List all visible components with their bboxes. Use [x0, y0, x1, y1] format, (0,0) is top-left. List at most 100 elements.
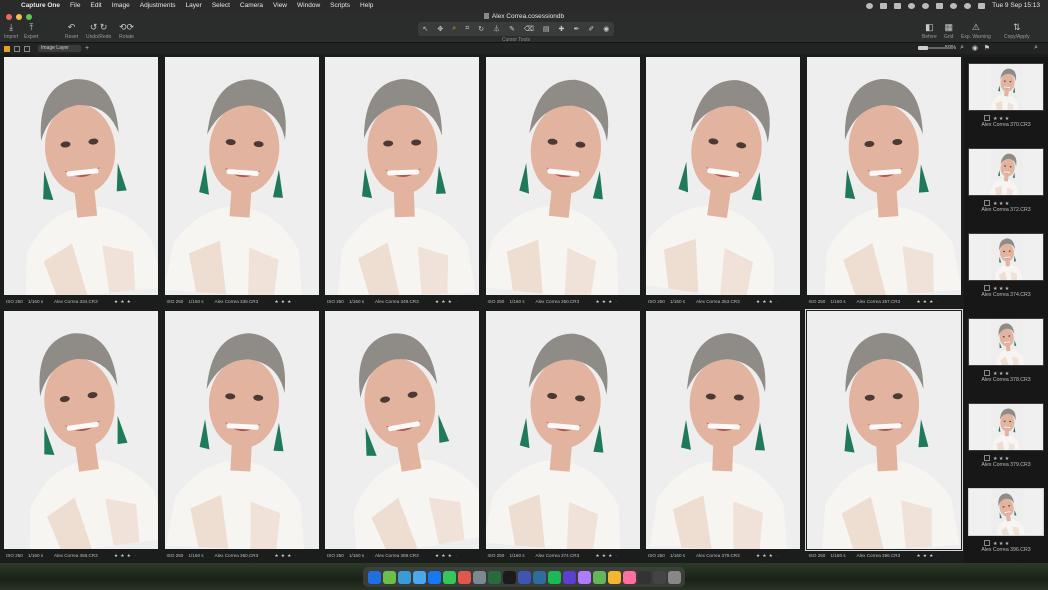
status-bluetooth-icon[interactable] — [936, 2, 944, 9]
whatsapp-icon[interactable] — [592, 570, 606, 584]
color-tag[interactable]: · — [616, 553, 618, 558]
crop-tool-icon[interactable]: ⌗ — [465, 25, 469, 33]
menu-layer[interactable]: Layer — [181, 2, 207, 9]
chrome-icon[interactable] — [457, 570, 471, 584]
filmstrip-item[interactable]: ★ ★ ★ Alex Correa 370.CR3 — [966, 57, 1046, 143]
menu-camera[interactable]: Camera — [235, 2, 268, 9]
star-rating[interactable]: ★ ★ ★ — [756, 299, 773, 305]
picker-tool-icon[interactable]: ✒ — [573, 25, 579, 33]
filmstrip-rating[interactable]: ★ ★ ★ — [984, 285, 1009, 292]
rotate-tool-icon[interactable]: ↻ — [478, 25, 484, 33]
folder-icon[interactable] — [652, 570, 666, 584]
reset-button[interactable]: ↶ Reset — [65, 22, 78, 40]
portrait-thumbnail[interactable] — [325, 57, 479, 295]
color-tag[interactable]: · — [295, 553, 297, 558]
color-tag[interactable]: · — [295, 299, 297, 304]
eye-icon[interactable]: ◉ — [972, 44, 978, 52]
grid-cell[interactable]: ISO 250 1/160 s Alex Correa 369.CR3 ★ ★ … — [325, 311, 479, 562]
status-volume-icon[interactable] — [922, 2, 930, 9]
export-button[interactable]: ⤒ Export — [24, 22, 38, 40]
portrait-thumbnail[interactable] — [646, 57, 800, 295]
system-settings-icon[interactable] — [472, 570, 486, 584]
wifi-icon[interactable] — [950, 2, 958, 9]
color-tool-icon[interactable]: ◉ — [603, 25, 609, 33]
color-tag[interactable]: · — [776, 299, 778, 304]
menu-window[interactable]: Window — [292, 2, 325, 9]
import-button[interactable]: ⤓ Import — [4, 22, 18, 40]
color-tag[interactable]: · — [616, 299, 618, 304]
zoom-search-icon[interactable]: ⌕ — [960, 44, 964, 52]
terminal-icon[interactable] — [637, 570, 651, 584]
color-tag[interactable]: · — [937, 299, 939, 304]
filmstrip-rating[interactable]: ★ ★ ★ — [984, 455, 1009, 462]
menubar-clock[interactable]: Tue 9 Sep 15:13 — [992, 2, 1040, 9]
star-rating[interactable]: ★ ★ ★ — [435, 553, 452, 559]
portrait-thumbnail[interactable] — [4, 311, 158, 549]
star-rating[interactable]: ★ ★ ★ — [114, 299, 131, 305]
capture-one-icon[interactable] — [607, 570, 621, 584]
status-app-icon[interactable] — [866, 2, 874, 9]
annotate-tool-icon[interactable]: ✐ — [588, 25, 594, 33]
portrait-thumbnail[interactable] — [325, 311, 479, 549]
color-tag[interactable]: · — [134, 553, 136, 558]
portrait-thumbnail[interactable] — [646, 311, 800, 549]
star-rating[interactable]: ★ ★ ★ — [435, 299, 452, 305]
copy-apply-button[interactable]: ⇅ Copy/Apply — [1004, 22, 1030, 40]
grid-cell[interactable]: ISO 250 1/160 s Alex Correa 334.CR3 ★ ★ … — [4, 57, 158, 308]
menu-help[interactable]: Help — [355, 2, 378, 9]
menu-file[interactable]: File — [65, 2, 85, 9]
zoom-slider[interactable] — [918, 46, 952, 50]
select-checkbox[interactable] — [984, 200, 990, 206]
grid-cell[interactable]: ISO 250 1/160 s Alex Correa 357.CR3 ★ ★ … — [806, 57, 961, 308]
notability-icon[interactable] — [577, 570, 591, 584]
grid-button[interactable]: ▦ Grid — [944, 22, 953, 40]
portrait-thumbnail[interactable] — [804, 309, 963, 551]
filmstrip-item[interactable]: ★ ★ ★ Alex Correa 396.CR3 — [966, 482, 1046, 568]
trash-icon[interactable] — [667, 570, 681, 584]
grid-cell[interactable]: ISO 250 1/160 s Alex Correa 358.CR3 ★ ★ … — [4, 311, 158, 562]
select-checkbox[interactable] — [984, 455, 990, 461]
grid-cell[interactable]: ISO 250 1/160 s Alex Correa 374.CR3 ★ ★ … — [485, 311, 640, 562]
star-rating[interactable]: ★ ★ ★ — [596, 299, 613, 305]
photoshop-icon[interactable] — [517, 570, 531, 584]
star-rating[interactable]: ★ ★ ★ — [275, 299, 292, 305]
brush-tool-icon[interactable]: ✎ — [509, 25, 515, 33]
mail-icon[interactable] — [412, 570, 426, 584]
star-rating[interactable]: ★ ★ ★ — [114, 553, 131, 559]
select-checkbox[interactable] — [984, 285, 990, 291]
menu-scripts[interactable]: Scripts — [325, 2, 355, 9]
compare-view-icon[interactable] — [24, 45, 30, 52]
color-tag[interactable]: · — [455, 553, 457, 558]
spotify-icon[interactable] — [547, 570, 561, 584]
lightroom-icon[interactable] — [532, 570, 546, 584]
star-rating[interactable]: ★ ★ ★ — [596, 553, 613, 559]
filmstrip-thumbnail[interactable] — [968, 148, 1044, 196]
before-button[interactable]: ◧ Before — [922, 22, 937, 40]
facetime-icon[interactable] — [442, 570, 456, 584]
star-rating[interactable]: ★ ★ ★ — [275, 553, 292, 559]
portrait-thumbnail[interactable] — [164, 57, 319, 295]
filmstrip-rating[interactable]: ★ ★ ★ — [984, 115, 1009, 122]
star-rating[interactable]: ★ ★ ★ — [917, 553, 934, 559]
pan-tool-icon[interactable]: ✥ — [437, 25, 443, 33]
status-calendar-icon[interactable] — [880, 2, 888, 9]
star-rating[interactable]: ★ ★ ★ — [756, 553, 773, 559]
status-battery-icon[interactable] — [894, 2, 902, 9]
menu-adjustments[interactable]: Adjustments — [135, 2, 181, 9]
menu-edit[interactable]: Edit — [86, 2, 107, 9]
grid-cell[interactable]: ISO 250 1/160 s Alex Correa 396.CR3 ★ ★ … — [804, 309, 963, 562]
grid-cell[interactable]: ISO 250 1/160 s Alex Correa 360.CR3 ★ ★ … — [164, 311, 319, 562]
filmstrip-item[interactable]: ★ ★ ★ Alex Correa 379.CR3 — [966, 397, 1046, 483]
select-tool-icon[interactable]: ↖ — [423, 25, 429, 33]
photos-icon[interactable] — [622, 570, 636, 584]
grid-cell[interactable]: ISO 250 1/160 s Alex Correa 338.CR3 ★ ★ … — [164, 57, 319, 308]
color-tag[interactable]: · — [776, 553, 778, 558]
status-play-icon[interactable] — [908, 2, 916, 9]
bridge-icon[interactable] — [502, 570, 516, 584]
filmstrip-rating[interactable]: ★ ★ ★ — [984, 370, 1009, 377]
portrait-thumbnail[interactable] — [164, 311, 319, 549]
portrait-thumbnail[interactable] — [485, 57, 640, 295]
menu-select[interactable]: Select — [207, 2, 235, 9]
filmstrip-thumbnail[interactable] — [968, 63, 1044, 111]
grid-cell[interactable]: ISO 250 1/160 s Alex Correa 353.CR3 ★ ★ … — [646, 57, 800, 308]
